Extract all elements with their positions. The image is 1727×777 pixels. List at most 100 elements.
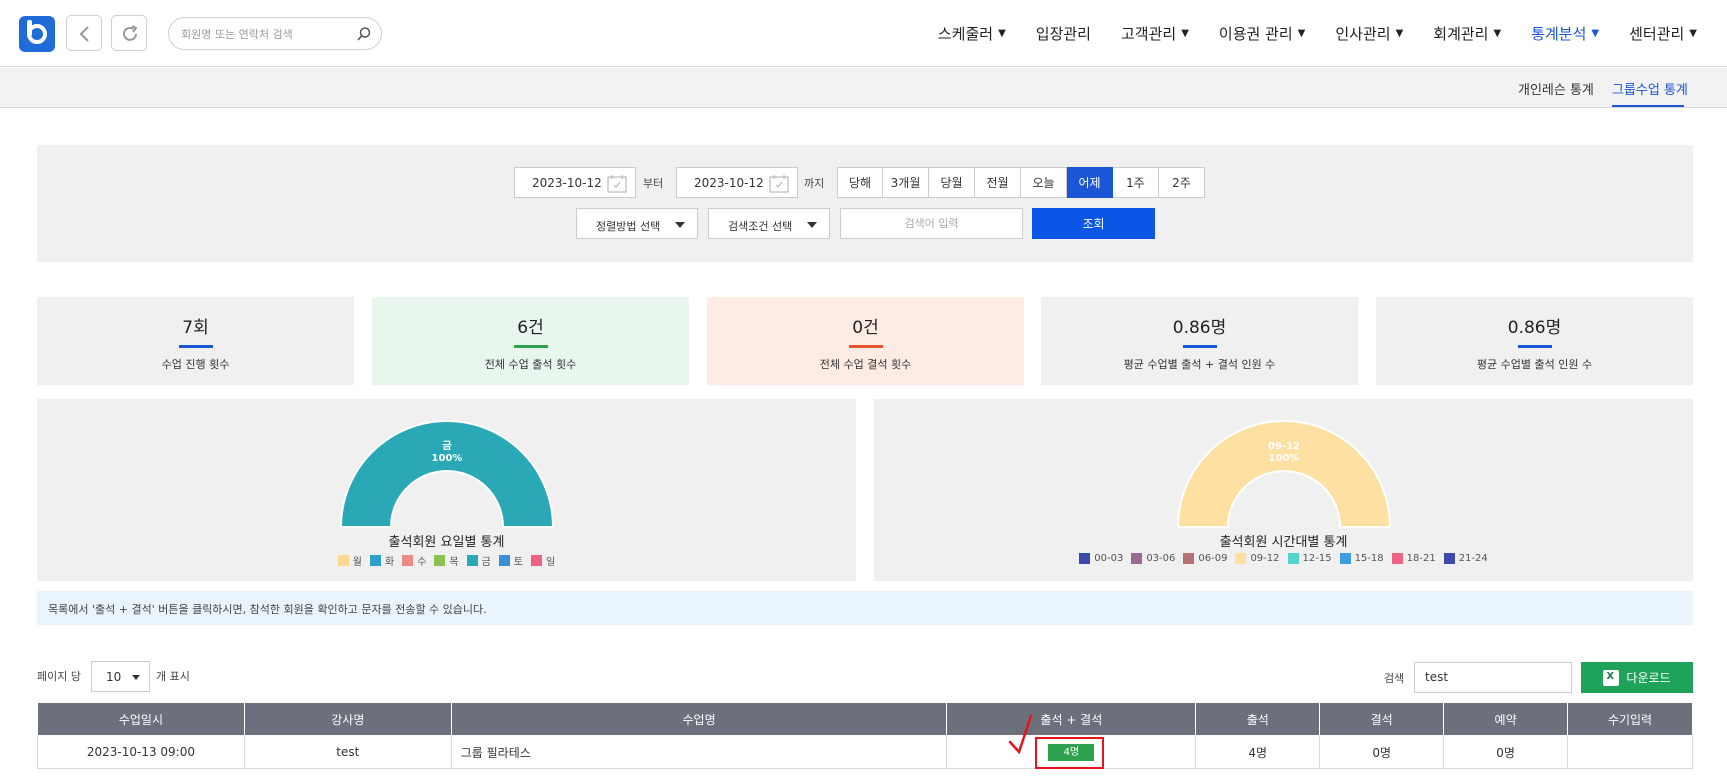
period-today[interactable]: 오늘 [1021, 167, 1067, 198]
col-reserve[interactable]: 예약 [1443, 702, 1569, 736]
period-this-month[interactable]: 당월 [929, 167, 975, 198]
legend-item[interactable]: 금 [466, 553, 491, 568]
menu-center[interactable]: 센터관리 ▼ [1629, 23, 1697, 44]
end-date-field[interactable]: 2023-10-12 [676, 167, 798, 198]
legend-item[interactable]: 화 [369, 553, 395, 568]
member-search-input[interactable] [181, 25, 351, 43]
table-row: 2023-10-13 09:00 test 그룹 필라테스 4명 4명 0명 0… [37, 735, 1693, 769]
back-button[interactable] [66, 15, 102, 51]
keyword-input[interactable] [841, 209, 1022, 238]
sort-method-select[interactable]: 정렬방법 선택 [576, 208, 698, 239]
col-instructor[interactable]: 강사명 [243, 702, 452, 736]
stat-card-avg-total: 0.86명 평균 수업별 출석 + 결석 인원 수 [1041, 297, 1358, 385]
app-logo[interactable] [19, 16, 55, 52]
download-button[interactable]: X 다운로드 [1581, 662, 1693, 693]
legend-swatch [1443, 553, 1455, 564]
keyword-field[interactable] [840, 208, 1023, 239]
col-class-name[interactable]: 수업명 [450, 702, 948, 736]
legend-label: 00-03 [1094, 553, 1124, 564]
menu-passes[interactable]: 이용권 관리 ▼ [1219, 23, 1305, 44]
weekday-arc-label: 금 [442, 440, 451, 452]
legend-label: 09-12 [1250, 553, 1280, 564]
menu-label: 입장관리 [1035, 25, 1091, 43]
weekday-arc-percent: 100% [432, 453, 463, 464]
checkmark-annotation-icon [1008, 714, 1033, 755]
col-manual[interactable]: 수기입력 [1567, 702, 1693, 736]
col-attend[interactable]: 출석 [1195, 702, 1321, 736]
stat-accent-bar [1182, 345, 1217, 348]
member-search[interactable] [168, 17, 382, 50]
legend-item[interactable]: 수 [402, 553, 426, 568]
top-navigation-bar: 스케줄러 ▼ 입장관리 고객관리 ▼ 이용권 관리 ▼ 인사관리 ▼ 회계관리 ▼ 통계분… [0, 0, 1727, 67]
search-submit-button[interactable]: 조회 [1032, 208, 1155, 239]
info-notice: 목록에서 '출석 + 결석' 버튼을 클릭하시면, 참석한 회원을 확인하고 문… [37, 591, 1693, 625]
legend-item[interactable]: 00-03 [1079, 553, 1123, 564]
period-this-year[interactable]: 당해 [837, 167, 883, 198]
stat-card-absence: 0건 전체 수업 결석 횟수 [707, 297, 1024, 385]
menu-hr[interactable]: 인사관리 ▼ [1335, 23, 1403, 44]
col-datetime[interactable]: 수업일시 [37, 702, 245, 736]
legend-label: 12-15 [1302, 553, 1332, 564]
cell-attend: 4명 [1195, 735, 1321, 769]
menu-accounting[interactable]: 회계관리 ▼ [1433, 23, 1501, 44]
col-absent[interactable]: 결석 [1319, 702, 1445, 736]
legend-label: 목 [449, 557, 459, 568]
period-2-weeks[interactable]: 2주 [1159, 167, 1205, 198]
calendar-icon[interactable] [607, 174, 627, 193]
legend-label: 월 [352, 557, 362, 568]
stat-card-classes: 7회 수업 진행 횟수 [37, 297, 354, 385]
start-date-value: 2023-10-12 [532, 176, 602, 190]
from-label: 부터 [643, 177, 664, 190]
period-3-months[interactable]: 3개월 [883, 167, 929, 198]
legend-item[interactable]: 21-24 [1443, 553, 1488, 564]
legend-label: 토 [513, 557, 523, 568]
legend-item[interactable]: 일 [531, 553, 555, 568]
tab-group-class-stats[interactable]: 그룹수업 통계 [1612, 79, 1688, 98]
time-arc-09-12[interactable] [1176, 420, 1392, 528]
period-yesterday[interactable]: 어제 [1067, 167, 1113, 198]
legend-item[interactable]: 15-18 [1339, 553, 1384, 564]
to-label: 까지 [804, 177, 825, 190]
legend-item[interactable]: 03-06 [1131, 553, 1175, 564]
table-search-field[interactable] [1414, 662, 1572, 693]
legend-item[interactable]: 12-15 [1287, 553, 1332, 564]
start-date-field[interactable]: 2023-10-12 [514, 167, 636, 198]
legend-item[interactable]: 토 [498, 553, 523, 568]
search-condition-select[interactable]: 검색조건 선택 [708, 208, 830, 239]
main-menu: 스케줄러 ▼ 입장관리 고객관리 ▼ 이용권 관리 ▼ 인사관리 ▼ 회계관리 ▼ 통계분… [908, 23, 1697, 44]
stat-value: 0.86명 [1507, 318, 1562, 338]
stat-value: 0건 [852, 318, 879, 338]
calendar-icon[interactable] [769, 174, 789, 193]
weekday-arc-friday[interactable] [339, 420, 555, 528]
legend-label: 화 [384, 557, 395, 568]
cell-reserve: 0명 [1443, 735, 1569, 769]
menu-entry[interactable]: 입장관리 [1036, 23, 1091, 44]
legend-swatch [337, 555, 349, 566]
menu-statistics[interactable]: 통계분석 ▼ [1531, 23, 1599, 44]
caret-down-icon [675, 222, 685, 228]
period-last-month[interactable]: 전월 [975, 167, 1021, 198]
menu-label: 통계분석 [1531, 25, 1587, 43]
table-search-input[interactable] [1425, 670, 1565, 684]
stat-value: 7회 [182, 318, 209, 338]
weekday-legend: 월 화 수 목 금 토 일 [37, 553, 856, 568]
menu-label: 회계관리 [1433, 25, 1489, 43]
legend-item[interactable]: 월 [337, 553, 362, 568]
per-page-select[interactable]: 10 [91, 661, 150, 692]
menu-scheduler[interactable]: 스케줄러 ▼ [938, 23, 1006, 44]
legend-swatch [1287, 553, 1299, 564]
legend-item[interactable]: 09-12 [1235, 553, 1280, 564]
legend-item[interactable]: 06-09 [1183, 553, 1227, 564]
tab-private-lesson-stats[interactable]: 개인레슨 통계 [1518, 79, 1594, 98]
period-1-week[interactable]: 1주 [1113, 167, 1159, 198]
legend-label: 수 [417, 557, 427, 568]
legend-item[interactable]: 목 [434, 553, 459, 568]
col-attend-absent[interactable]: 출석 + 결석 [946, 702, 1197, 736]
menu-customers[interactable]: 고객관리 ▼ [1121, 23, 1189, 44]
legend-label: 18-21 [1406, 553, 1436, 564]
stat-label: 수업 진행 횟수 [161, 358, 230, 371]
logo-stem [27, 20, 32, 36]
search-icon[interactable] [356, 26, 372, 42]
legend-item[interactable]: 18-21 [1391, 553, 1436, 564]
refresh-button[interactable] [111, 15, 147, 51]
